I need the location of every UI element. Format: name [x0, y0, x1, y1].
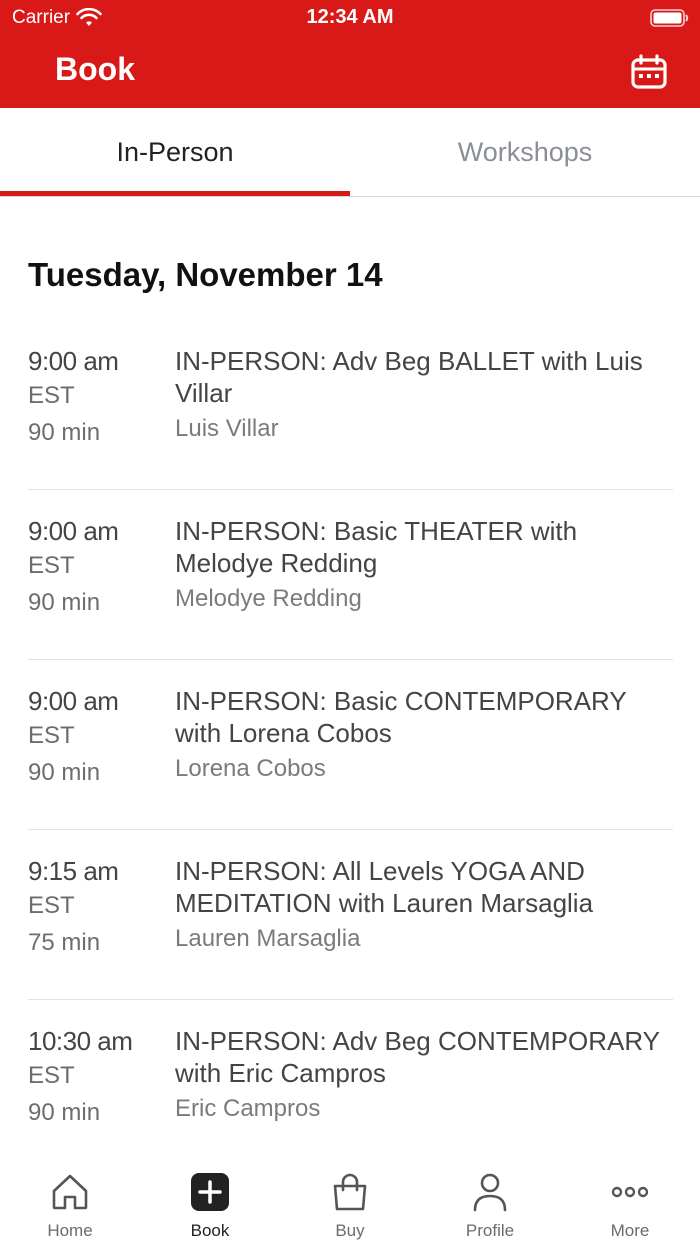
class-instructor: Luis Villar: [175, 415, 279, 442]
tab-profile[interactable]: Profile: [420, 1160, 560, 1244]
home-icon: [52, 1174, 88, 1210]
class-row[interactable]: 9:15 am EST 75 min IN-PERSON: All Levels…: [28, 830, 673, 1000]
class-timezone: EST: [28, 722, 75, 749]
class-row[interactable]: 9:00 am EST 90 min IN-PERSON: Basic THEA…: [28, 490, 673, 660]
class-timezone: EST: [28, 892, 75, 919]
shopping-bag-icon: [333, 1173, 367, 1211]
tab-workshops[interactable]: Workshops: [350, 108, 700, 196]
class-instructor: Melodye Redding: [175, 585, 362, 612]
active-tab-indicator: [0, 191, 350, 196]
class-info-column: IN-PERSON: Basic THEATER with Melodye Re…: [175, 515, 675, 619]
status-time: 12:34 AM: [306, 6, 394, 28]
tab-book[interactable]: Book: [140, 1160, 280, 1244]
tab-book-label: Book: [190, 1221, 230, 1240]
class-time: 9:00 am: [28, 346, 119, 376]
tab-buy[interactable]: Buy: [280, 1160, 420, 1244]
segment-tabs: In-Person Workshops: [0, 108, 700, 197]
tab-home-label: Home: [47, 1221, 93, 1240]
class-time-column: 10:30 am EST 90 min: [28, 1025, 168, 1131]
page-title: Book: [55, 51, 135, 87]
class-row[interactable]: 9:00 am EST 90 min IN-PERSON: Adv Beg BA…: [28, 320, 673, 490]
class-duration: 90 min: [28, 589, 101, 616]
class-time: 9:00 am: [28, 516, 119, 546]
class-info-column: IN-PERSON: All Levels YOGA AND MEDITATIO…: [175, 855, 675, 959]
class-time-column: 9:15 am EST 75 min: [28, 855, 168, 961]
class-time-column: 9:00 am EST 90 min: [28, 345, 168, 451]
class-name: IN-PERSON: Adv Beg BALLET with Luis Vill…: [175, 346, 643, 408]
class-timezone: EST: [28, 552, 75, 579]
tab-profile-label: Profile: [465, 1221, 515, 1240]
class-list: 9:00 am EST 90 min IN-PERSON: Adv Beg BA…: [28, 320, 673, 1170]
class-instructor: Eric Campros: [175, 1095, 321, 1122]
class-time: 10:30 am: [28, 1026, 133, 1056]
class-instructor: Lorena Cobos: [175, 755, 326, 782]
tab-home[interactable]: Home: [0, 1160, 140, 1244]
class-name: IN-PERSON: All Levels YOGA AND MEDITATIO…: [175, 856, 594, 918]
class-name: IN-PERSON: Basic CONTEMPORARY with Loren…: [175, 686, 627, 748]
class-row[interactable]: 9:00 am EST 90 min IN-PERSON: Basic CONT…: [28, 660, 673, 830]
class-instructor: Lauren Marsaglia: [175, 925, 361, 952]
more-icon: [611, 1186, 649, 1198]
class-duration: 90 min: [28, 759, 101, 786]
class-info-column: IN-PERSON: Adv Beg BALLET with Luis Vill…: [175, 345, 675, 449]
class-name: IN-PERSON: Basic THEATER with Melodye Re…: [175, 516, 578, 578]
battery-icon: [650, 9, 689, 27]
bottom-tab-bar: Home Book Buy Profile More: [0, 1160, 700, 1244]
calendar-icon[interactable]: [630, 54, 668, 90]
tab-more-label: More: [610, 1221, 650, 1240]
class-timezone: EST: [28, 1062, 75, 1089]
class-name: IN-PERSON: Adv Beg CONTEMPORARY with Eri…: [175, 1026, 660, 1088]
class-time-column: 9:00 am EST 90 min: [28, 685, 168, 791]
tab-buy-label: Buy: [335, 1221, 365, 1240]
date-heading: Tuesday, November 14: [28, 256, 383, 293]
person-icon: [473, 1173, 507, 1212]
class-duration: 90 min: [28, 419, 101, 446]
class-row[interactable]: 10:30 am EST 90 min IN-PERSON: Adv Beg C…: [28, 1000, 673, 1170]
class-info-column: IN-PERSON: Basic CONTEMPORARY with Loren…: [175, 685, 675, 789]
class-timezone: EST: [28, 382, 75, 409]
class-duration: 75 min: [28, 929, 101, 956]
class-time: 9:15 am: [28, 856, 119, 886]
status-bar: Carrier 12:34 AM: [0, 0, 700, 36]
tab-more[interactable]: More: [560, 1160, 700, 1244]
app-header: Carrier 12:34 AM Book: [0, 0, 700, 108]
class-time: 9:00 am: [28, 686, 119, 716]
class-duration: 90 min: [28, 1099, 101, 1126]
plus-icon: [191, 1173, 229, 1211]
tab-in-person[interactable]: In-Person: [0, 108, 350, 196]
class-time-column: 9:00 am EST 90 min: [28, 515, 168, 621]
class-info-column: IN-PERSON: Adv Beg CONTEMPORARY with Eri…: [175, 1025, 675, 1129]
